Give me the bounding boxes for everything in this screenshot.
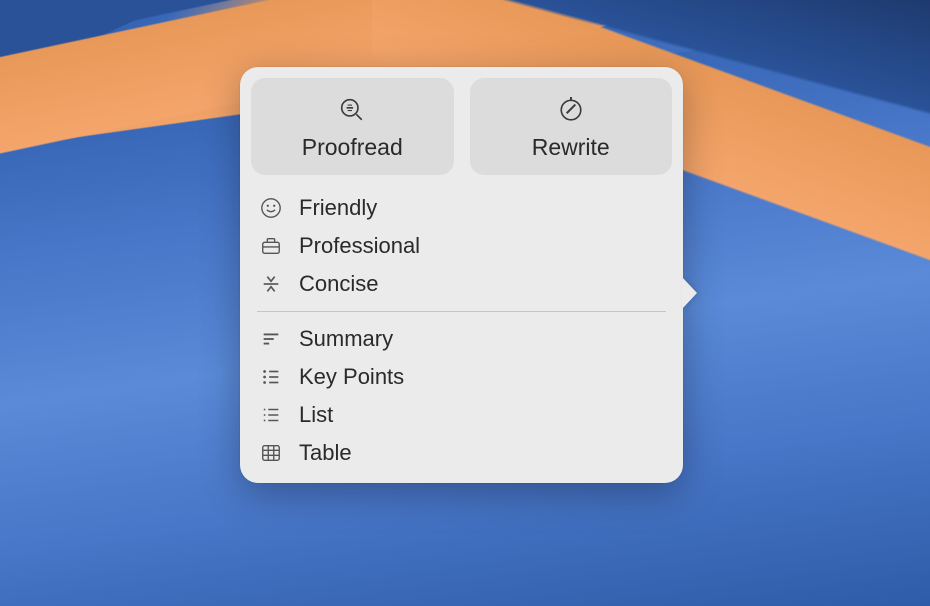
- section-divider: [257, 311, 666, 312]
- rewrite-icon: [557, 96, 585, 124]
- action-button-row: Proofread Rewrite: [251, 78, 672, 175]
- summary-icon: [259, 327, 283, 351]
- menu-label: Table: [299, 440, 352, 466]
- magnify-check-icon: [338, 96, 366, 124]
- format-section: Summary Key Points: [251, 320, 672, 472]
- menu-item-friendly[interactable]: Friendly: [251, 189, 672, 227]
- writing-tools-popover: Proofread Rewrite: [240, 67, 683, 483]
- compress-icon: [259, 272, 283, 296]
- table-icon: [259, 441, 283, 465]
- menu-item-summary[interactable]: Summary: [251, 320, 672, 358]
- smile-icon: [259, 196, 283, 220]
- style-section: Friendly Professional Concise: [251, 189, 672, 303]
- menu-label: Friendly: [299, 195, 377, 221]
- menu-label: Concise: [299, 271, 378, 297]
- menu-item-list[interactable]: List: [251, 396, 672, 434]
- menu-item-professional[interactable]: Professional: [251, 227, 672, 265]
- menu-label: Key Points: [299, 364, 404, 390]
- menu-item-table[interactable]: Table: [251, 434, 672, 472]
- menu-item-concise[interactable]: Concise: [251, 265, 672, 303]
- proofread-button[interactable]: Proofread: [251, 78, 454, 175]
- rewrite-button[interactable]: Rewrite: [470, 78, 673, 175]
- menu-label: Summary: [299, 326, 393, 352]
- menu-item-keypoints[interactable]: Key Points: [251, 358, 672, 396]
- briefcase-icon: [259, 234, 283, 258]
- menu-label: Professional: [299, 233, 420, 259]
- list-icon: [259, 403, 283, 427]
- rewrite-label: Rewrite: [532, 134, 610, 161]
- menu-label: List: [299, 402, 333, 428]
- bullets-icon: [259, 365, 283, 389]
- proofread-label: Proofread: [302, 134, 403, 161]
- popover-arrow: [682, 277, 697, 309]
